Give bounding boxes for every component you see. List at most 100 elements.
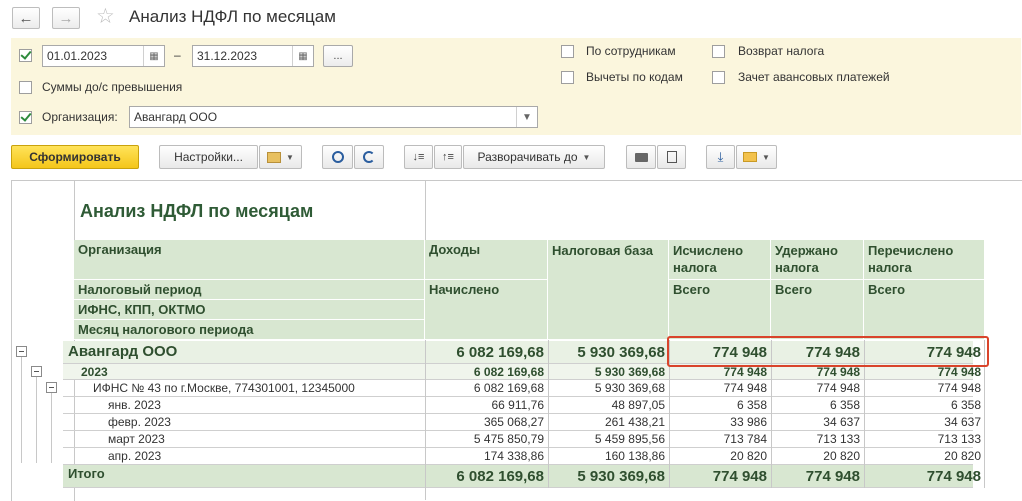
organization-label: Организация: [42,110,118,124]
advance-offset-checkbox[interactable] [712,71,725,84]
search-button[interactable] [322,145,353,169]
row-income: 6 082 169,68 [456,344,544,361]
header-transferred: Перечислено налога [864,240,985,280]
expand-to-button[interactable]: Разворачивать до ▼ [463,145,605,169]
row-withheld: 34 637 [823,415,860,429]
row-transferred: 774 948 [937,381,981,395]
row-calculated: 774 948 [723,365,767,379]
by-employees-checkbox[interactable] [561,45,574,58]
table-row[interactable]: март 2023 5 475 850,79 5 459 895,56 713 … [63,431,981,448]
collapse-year-icon[interactable] [31,366,42,377]
date-from-value: 01.01.2023 [47,49,108,63]
print-button[interactable] [626,145,656,169]
collapse-organization-icon[interactable] [16,346,27,357]
back-button[interactable]: ← [12,7,40,29]
row-label: февр. 2023 [108,415,171,429]
row-transferred: 34 637 [944,415,981,429]
row-base: 48 897,05 [611,398,665,412]
row-calculated: 6 358 [736,398,767,412]
save-button[interactable]: ⤓ [706,145,735,169]
row-base: 261 438,21 [604,415,665,429]
row-base: 5 930 369,68 [594,381,665,395]
total-income: 6 082 169,68 [456,468,544,485]
table-row[interactable]: апр. 2023 174 338,86 160 138,86 20 820 2… [63,448,981,465]
folder-icon [267,151,282,163]
header-calculated: Исчислено налога [669,240,771,280]
period-checkbox[interactable] [19,49,32,62]
row-base: 5 459 895,56 [594,432,665,446]
header-transferred-total: Всего [864,280,985,340]
sort-descending-icon: ↑≡ [442,151,454,163]
tax-return-checkbox[interactable] [712,45,725,58]
envelope-icon [743,152,758,162]
calendar-icon[interactable]: ▦ [292,46,313,66]
favorite-star-icon[interactable]: ☆ [96,4,115,29]
deductions-checkbox[interactable] [561,71,574,84]
row-label: ИФНС № 43 по г.Москве, 774301001, 123450… [93,381,355,395]
date-to-field[interactable]: 31.12.2023 ▦ [192,45,314,67]
organization-checkbox[interactable] [19,111,32,124]
sums-label: Суммы до/с превышения [42,80,183,94]
sort-descending-button[interactable]: ↑≡ [434,145,462,169]
dropdown-arrow-icon[interactable]: ▼ [516,107,537,127]
table-row[interactable]: ИФНС № 43 по г.Москве, 774301001, 123450… [63,380,981,397]
table-row[interactable]: янв. 2023 66 911,76 48 897,05 6 358 6 35… [63,397,981,414]
collapse-ifns-icon[interactable] [46,382,57,393]
header-tax-base: Налоговая база [548,240,669,340]
header-calculated-total: Всего [669,280,771,340]
row-income: 6 082 169,68 [473,365,544,379]
search-refresh-button[interactable] [354,145,384,169]
row-label: Авангард ООО [68,343,178,360]
organization-field[interactable]: Авангард ООО ▼ [129,106,538,128]
row-base: 160 138,86 [604,449,665,463]
tax-return-label: Возврат налога [738,44,825,58]
row-income: 66 911,76 [491,398,545,412]
row-base: 5 930 369,68 [594,365,665,379]
sums-checkbox[interactable] [19,81,32,94]
row-income: 174 338,86 [483,449,544,463]
header-accrued: Начислено [425,280,548,340]
highlight-annotation [667,336,989,367]
table-row[interactable]: февр. 2023 365 068,27 261 438,21 33 986 … [63,414,981,431]
header-month: Месяц налогового периода [74,320,425,340]
row-income: 5 475 850,79 [473,432,544,446]
organization-value: Авангард ООО [134,110,218,124]
row-label: 2023 [81,365,108,379]
row-transferred: 6 358 [950,398,981,412]
row-calculated: 774 948 [723,381,767,395]
row-withheld: 774 948 [816,381,860,395]
settings-button[interactable]: Настройки... [159,145,258,169]
period-select-button[interactable]: ... [323,45,353,67]
header-withheld-total: Всего [771,280,864,340]
date-from-field[interactable]: 01.01.2023 ▦ [42,45,165,67]
send-email-button[interactable]: ▼ [736,145,777,169]
generate-button[interactable]: Сформировать [11,145,139,169]
search-refresh-icon [363,151,375,163]
row-label: янв. 2023 [108,398,161,412]
title-bar: ← → ☆ Анализ НДФЛ по месяцам [0,0,1022,38]
arrow-left-icon: ← [18,9,34,27]
row-transferred: 20 820 [944,449,981,463]
by-employees-label: По сотрудникам [586,44,676,58]
row-label: апр. 2023 [108,449,162,463]
variants-button[interactable]: ▼ [259,145,302,169]
row-label: март 2023 [108,432,165,446]
total-calculated: 774 948 [712,468,767,485]
expand-to-label: Разворачивать до [477,150,578,164]
row-calculated: 20 820 [730,449,767,463]
row-transferred: 774 948 [937,365,981,379]
total-transferred: 774 948 [926,468,981,485]
row-calculated: 713 784 [723,432,767,446]
row-calculated: 33 986 [730,415,767,429]
header-tax-period: Налоговый период [74,280,425,300]
forward-button[interactable]: → [52,7,80,29]
advance-offset-label: Зачет авансовых платежей [738,70,890,84]
sort-ascending-button[interactable]: ↓≡ [404,145,433,169]
date-to-value: 31.12.2023 [197,49,258,63]
preview-button[interactable] [657,145,686,169]
deductions-label: Вычеты по кодам [586,70,683,84]
total-label: Итого [68,466,105,481]
calendar-icon[interactable]: ▦ [143,46,164,66]
row-withheld: 713 133 [816,432,860,446]
total-row[interactable]: Итого 6 082 169,68 5 930 369,68 774 948 … [63,465,981,488]
